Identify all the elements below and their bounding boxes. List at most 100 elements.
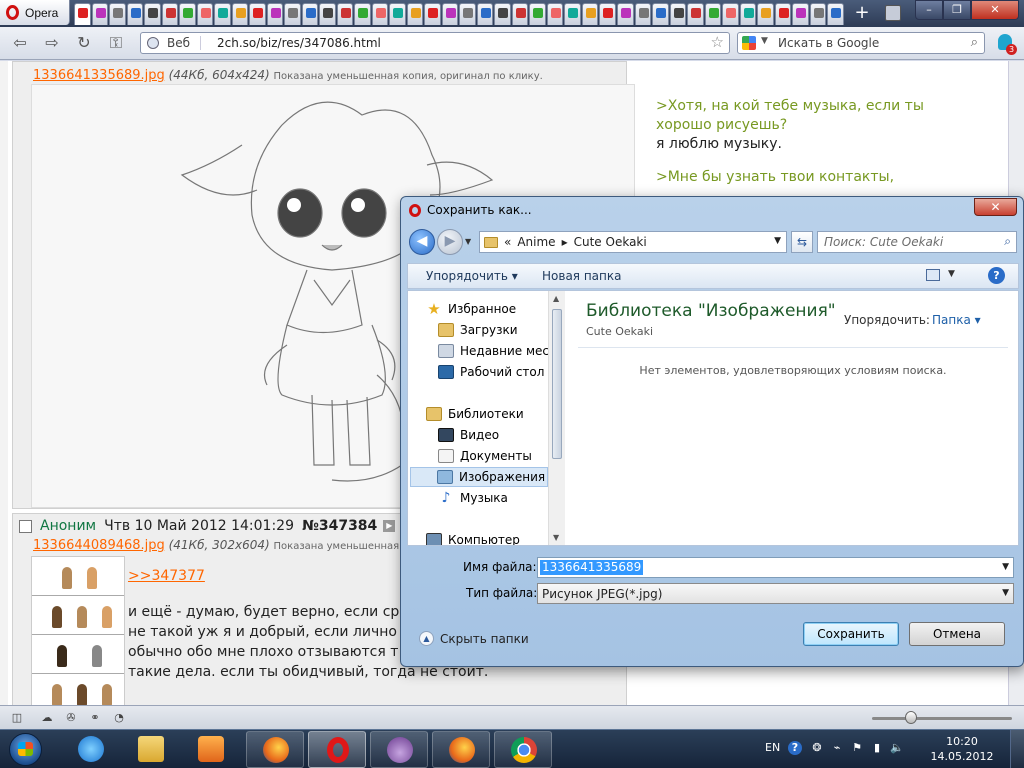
browser-tab[interactable]: [231, 3, 249, 25]
browser-tab[interactable]: [389, 3, 406, 25]
google-g-icon[interactable]: [742, 36, 756, 50]
browser-tab[interactable]: [581, 3, 599, 25]
browser-tab[interactable]: [634, 3, 652, 25]
browser-tab[interactable]: [301, 3, 319, 25]
nav-libraries[interactable]: Библиотеки: [426, 404, 566, 424]
window-maximize-button[interactable]: ❐: [943, 0, 971, 20]
reply-link[interactable]: >>347377: [128, 568, 205, 584]
volume-icon[interactable]: 🔈: [890, 741, 904, 755]
filename-input[interactable]: 1336641335689 ▼: [537, 557, 1014, 578]
forward-arrow-icon[interactable]: ⇨: [42, 34, 62, 54]
browser-tab[interactable]: [652, 3, 669, 25]
search-magnifier-icon[interactable]: ⌕: [971, 35, 978, 50]
nav-computer[interactable]: Компьютер: [426, 530, 566, 545]
speed-dial-icon[interactable]: ◔: [112, 711, 126, 724]
taskbar-explorer[interactable]: [122, 731, 180, 768]
folder-breadcrumb[interactable]: « Anime ▸ Cute Oekaki ▼: [479, 231, 787, 253]
dialog-close-button[interactable]: ✕: [974, 198, 1017, 216]
action-center-flag-icon[interactable]: ⚑: [850, 741, 864, 755]
browser-tab[interactable]: [126, 3, 144, 25]
post-menu-icon[interactable]: ▶: [383, 520, 396, 532]
nav-favorites[interactable]: ★ Избранное: [426, 299, 566, 319]
breadcrumb-root[interactable]: «: [504, 235, 511, 249]
nav-documents[interactable]: Документы: [438, 446, 566, 466]
save-button[interactable]: Сохранить: [803, 622, 899, 646]
browser-tab[interactable]: [739, 3, 757, 25]
zoom-slider[interactable]: [872, 717, 1012, 720]
nav-music[interactable]: ♪ Музыка: [438, 488, 566, 508]
browser-tab[interactable]: [371, 3, 389, 25]
browser-tab[interactable]: [354, 3, 371, 25]
taskbar-chrome[interactable]: [494, 731, 552, 768]
browser-tab[interactable]: [74, 3, 91, 25]
browser-tab[interactable]: [809, 3, 827, 25]
refresh-icon[interactable]: ⇆: [791, 231, 813, 253]
nav-downloads[interactable]: Загрузки: [438, 320, 566, 340]
browser-tab[interactable]: [529, 3, 546, 25]
zoom-slider-handle[interactable]: [905, 711, 917, 724]
dialog-back-icon[interactable]: ◀: [409, 229, 435, 255]
cloud-icon[interactable]: ☁: [40, 711, 54, 724]
post1-file-link[interactable]: 1336641335689.jpg: [33, 68, 165, 83]
key-icon[interactable]: ⚿: [106, 34, 126, 54]
browser-tab[interactable]: [616, 3, 634, 25]
scroll-up-icon[interactable]: ▲: [553, 294, 559, 303]
browser-tab[interactable]: [319, 3, 336, 25]
post-select-checkbox[interactable]: [19, 519, 32, 533]
cancel-button[interactable]: Отмена: [909, 622, 1005, 646]
nav-pane-scroll-thumb[interactable]: [552, 309, 562, 459]
browser-tab[interactable]: [476, 3, 494, 25]
breadcrumb-dropdown-icon[interactable]: ▼: [774, 236, 781, 246]
browser-tab[interactable]: [792, 3, 809, 25]
address-bar[interactable]: Веб 2ch.so/biz/res/347086.html ☆: [140, 32, 730, 54]
filename-dropdown-icon[interactable]: ▼: [1002, 562, 1009, 572]
reload-icon[interactable]: ↻: [74, 34, 94, 54]
browser-tab[interactable]: [144, 3, 161, 25]
browser-tab[interactable]: [827, 3, 844, 25]
new-folder-button[interactable]: Новая папка: [542, 269, 621, 283]
nav-recent-places[interactable]: Недавние места: [438, 341, 566, 361]
network-tray-icon[interactable]: ⌁: [830, 741, 844, 755]
browser-tab[interactable]: [196, 3, 214, 25]
browser-tab[interactable]: [564, 3, 581, 25]
filetype-select[interactable]: Рисунок JPEG(*.jpg) ▼: [537, 583, 1014, 604]
nav-video[interactable]: Видео: [438, 425, 566, 445]
browser-tab[interactable]: [546, 3, 564, 25]
filename-value[interactable]: 1336641335689: [540, 560, 644, 575]
browser-tab[interactable]: [406, 3, 424, 25]
turbo-icon[interactable]: ✇: [64, 711, 78, 724]
dialog-search-icon[interactable]: ⌕: [1004, 234, 1011, 249]
network-bars-icon[interactable]: ▮: [870, 741, 884, 755]
nav-pane-scrollbar[interactable]: ▲ ▼: [548, 291, 565, 545]
browser-tab[interactable]: [424, 3, 441, 25]
system-clock[interactable]: 10:20 14.05.2012: [930, 734, 994, 764]
panel-toggle-icon[interactable]: ◫: [10, 711, 24, 724]
nav-pictures[interactable]: Изображения: [410, 467, 548, 487]
taskbar-firefox-1[interactable]: [246, 731, 304, 768]
taskbar-opera[interactable]: [308, 731, 366, 768]
browser-tab[interactable]: [336, 3, 354, 25]
search-engine-dropdown-icon[interactable]: ▼: [761, 36, 768, 46]
bookmark-star-icon[interactable]: ☆: [711, 33, 724, 51]
browser-tab[interactable]: [704, 3, 722, 25]
post2-number[interactable]: №347384: [302, 518, 377, 534]
browser-tab[interactable]: [284, 3, 301, 25]
window-close-button[interactable]: ✕: [971, 0, 1019, 20]
unite-status-icon[interactable]: ⚭: [88, 711, 102, 724]
browser-tab[interactable]: [774, 3, 792, 25]
breadcrumb-anime[interactable]: Anime: [517, 235, 555, 249]
comic-thumbnail-image[interactable]: [31, 556, 125, 705]
browser-tab[interactable]: [757, 3, 774, 25]
browser-tab[interactable]: [161, 3, 179, 25]
browser-tab[interactable]: [179, 3, 196, 25]
closed-tabs-trash-icon[interactable]: [885, 5, 901, 21]
browser-tab[interactable]: [722, 3, 739, 25]
show-desktop-button[interactable]: [1010, 730, 1024, 768]
opera-menu-button[interactable]: Opera: [0, 0, 70, 25]
browser-tab[interactable]: [109, 3, 126, 25]
view-dropdown-icon[interactable]: ▼: [948, 269, 955, 279]
help-icon[interactable]: ?: [988, 267, 1005, 284]
taskbar-internet-explorer[interactable]: [62, 731, 120, 768]
taskbar-media-player[interactable]: [182, 731, 240, 768]
browser-tab[interactable]: [214, 3, 231, 25]
